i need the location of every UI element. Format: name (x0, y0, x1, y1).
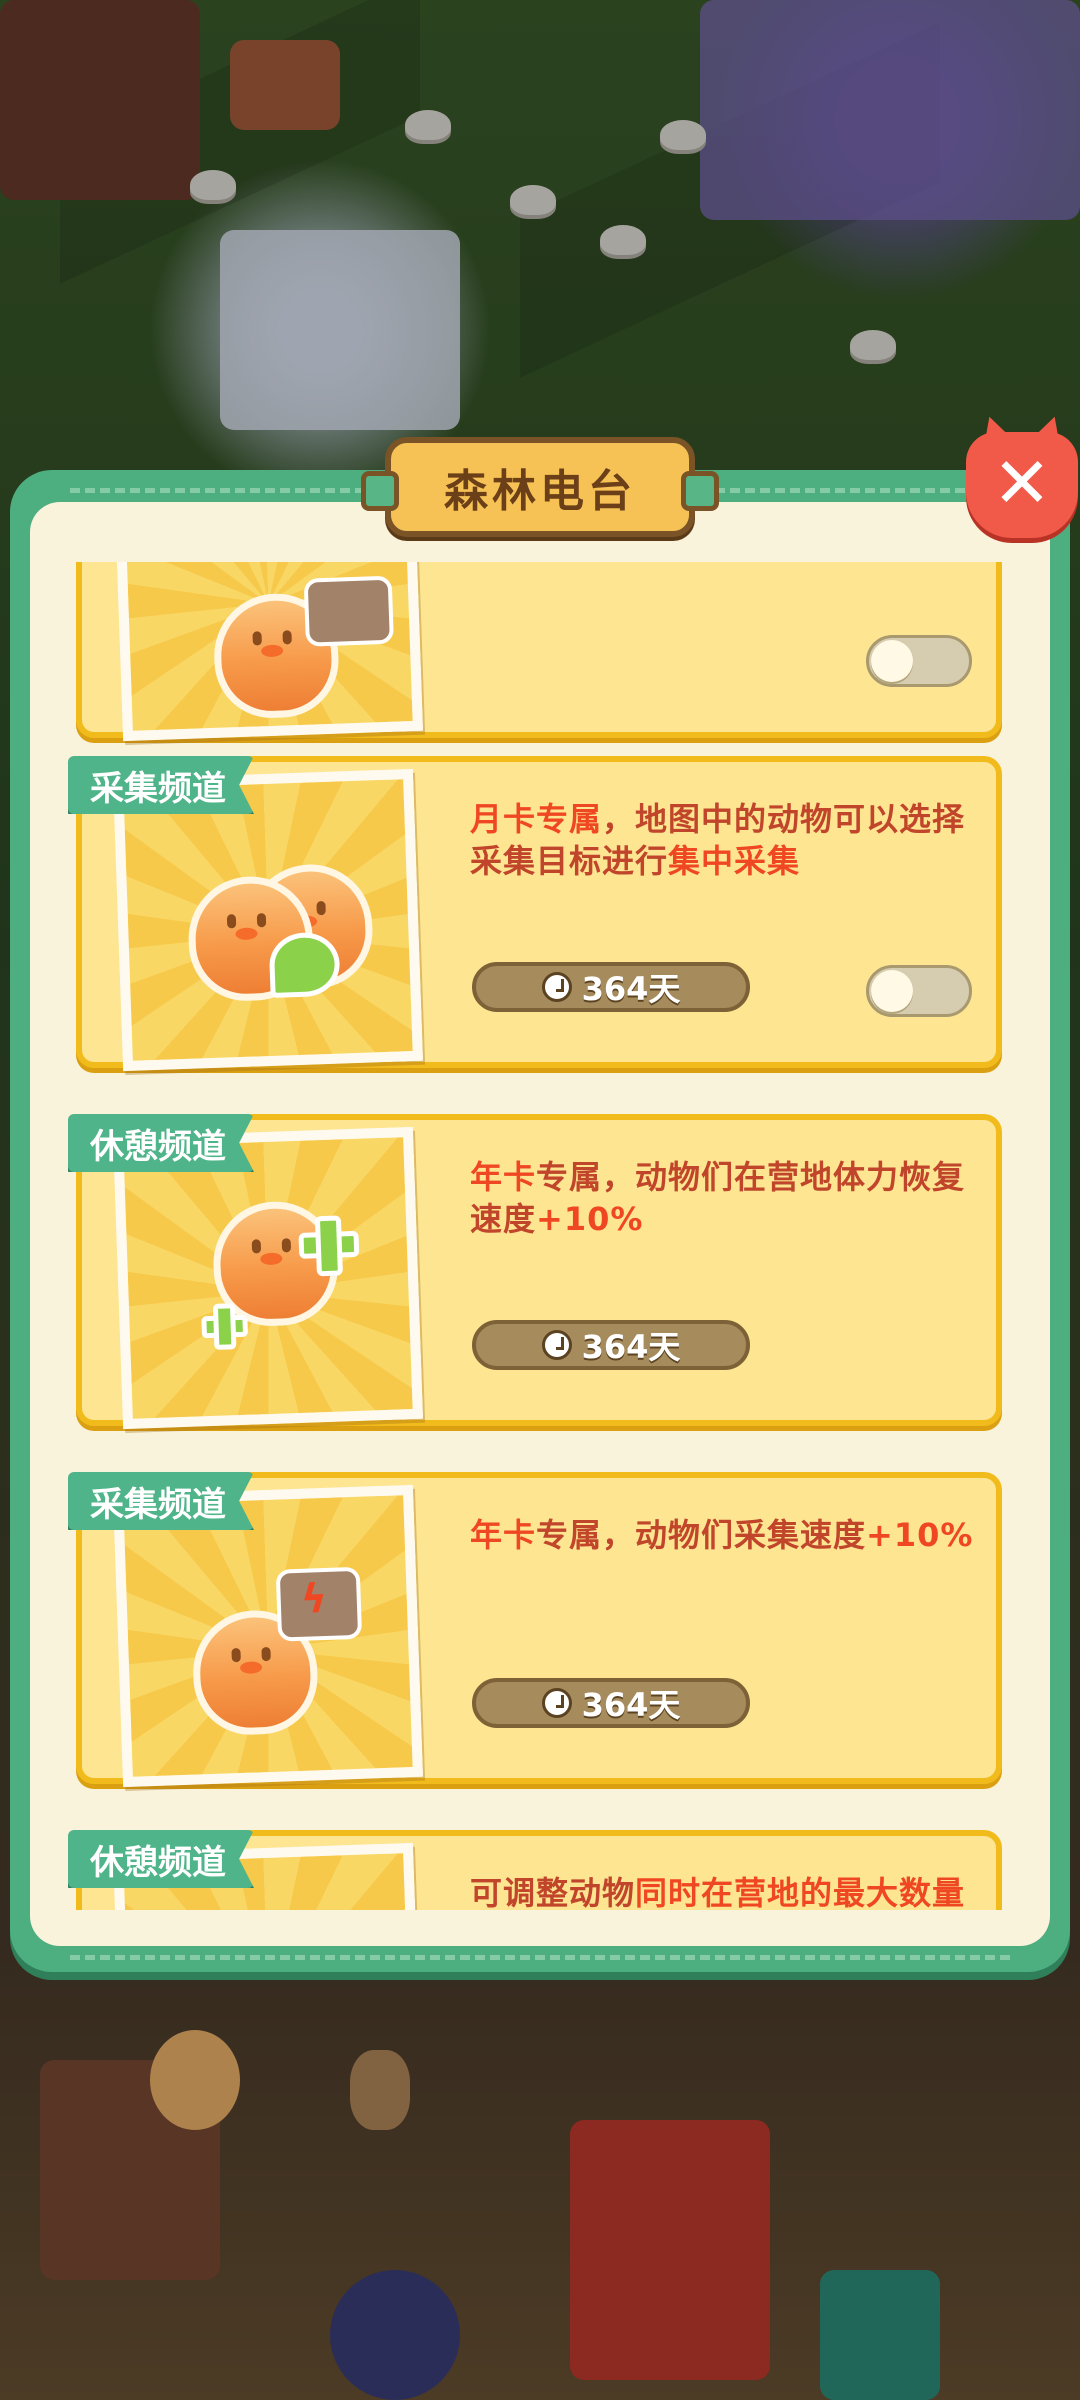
channel-card: ϟ 采集频道 年卡专属，动物们采集速度+10% 364天 (68, 1472, 1002, 1788)
channel-toggle[interactable] (866, 635, 972, 687)
toggle-knob (871, 970, 913, 1012)
channel-card: 采集频道 月卡专属，地图中的动物可以选择采集目标进行集中采集 364天 (68, 756, 1002, 1072)
desc-highlight: +10% (536, 1200, 644, 1238)
channel-card: 休憩频道 年卡专属，动物们在营地体力恢复速度+10% 364天 (68, 1114, 1002, 1430)
channel-picture: ϟ (112, 1484, 424, 1788)
duration-badge: 364天 (472, 962, 750, 1012)
duration-text: 364天 (581, 1686, 681, 1724)
channel-description: 年卡专属，动物们在营地体力恢复速度+10% (470, 1156, 990, 1240)
channel-picture (112, 1126, 424, 1430)
channel-toggle[interactable] (866, 965, 972, 1017)
close-button[interactable]: ✕ (966, 432, 1078, 538)
plus-icon (314, 1215, 343, 1277)
desc-highlight: 同时在营地的最大数量 (635, 1874, 966, 1910)
duration-badge: 364天 (472, 1320, 750, 1370)
clock-icon (541, 1330, 572, 1360)
duration-text: 364天 (581, 970, 681, 1008)
sign-board-icon (303, 575, 394, 647)
desc-highlight: 集中采集 (668, 842, 801, 880)
panel-dash-bottom (70, 1955, 1010, 1960)
channel-tag: 采集频道 (68, 756, 254, 814)
channel-list[interactable]: 采集频道 月卡专属，地图中的动物可以选择采集目标进行集中采集 364天 休憩频道… (58, 562, 1022, 1910)
channel-card: 休憩频道 可调整动物同时在营地的最大数量 (68, 1830, 1002, 1910)
panel-title-plate: 森林电台 (361, 437, 719, 537)
desc-text: 专属，动物们采集速度 (536, 1516, 867, 1554)
close-icon: ✕ (992, 442, 1052, 524)
channel-picture (112, 768, 424, 1072)
desc-highlight: 年卡 (470, 1516, 537, 1554)
duration-text: 364天 (581, 1328, 681, 1366)
channel-description: 月卡专属，地图中的动物可以选择采集目标进行集中采集 (470, 798, 990, 882)
desc-highlight: +10% (866, 1516, 974, 1554)
clock-icon (541, 1688, 572, 1718)
channel-description: 可调整动物同时在营地的最大数量 (470, 1872, 990, 1910)
clover-icon (268, 931, 341, 998)
plus-icon (212, 1303, 237, 1350)
channel-description: 年卡专属，动物们采集速度+10% (470, 1514, 990, 1556)
desc-highlight: 月卡专属 (470, 800, 603, 838)
channel-card (76, 562, 1002, 742)
channel-tag: 采集频道 (68, 1472, 254, 1530)
desc-highlight: 年卡 (470, 1158, 537, 1196)
channel-picture (112, 562, 424, 742)
channel-tag: 休憩频道 (68, 1114, 254, 1172)
panel-title: 森林电台 (444, 466, 636, 517)
desc-text: 可调整动物 (470, 1874, 636, 1910)
toggle-knob (871, 640, 913, 682)
lightning-icon: ϟ (299, 1575, 328, 1623)
duration-badge: 364天 (472, 1678, 750, 1728)
clock-icon (541, 972, 572, 1002)
channel-tag: 休憩频道 (68, 1830, 254, 1888)
